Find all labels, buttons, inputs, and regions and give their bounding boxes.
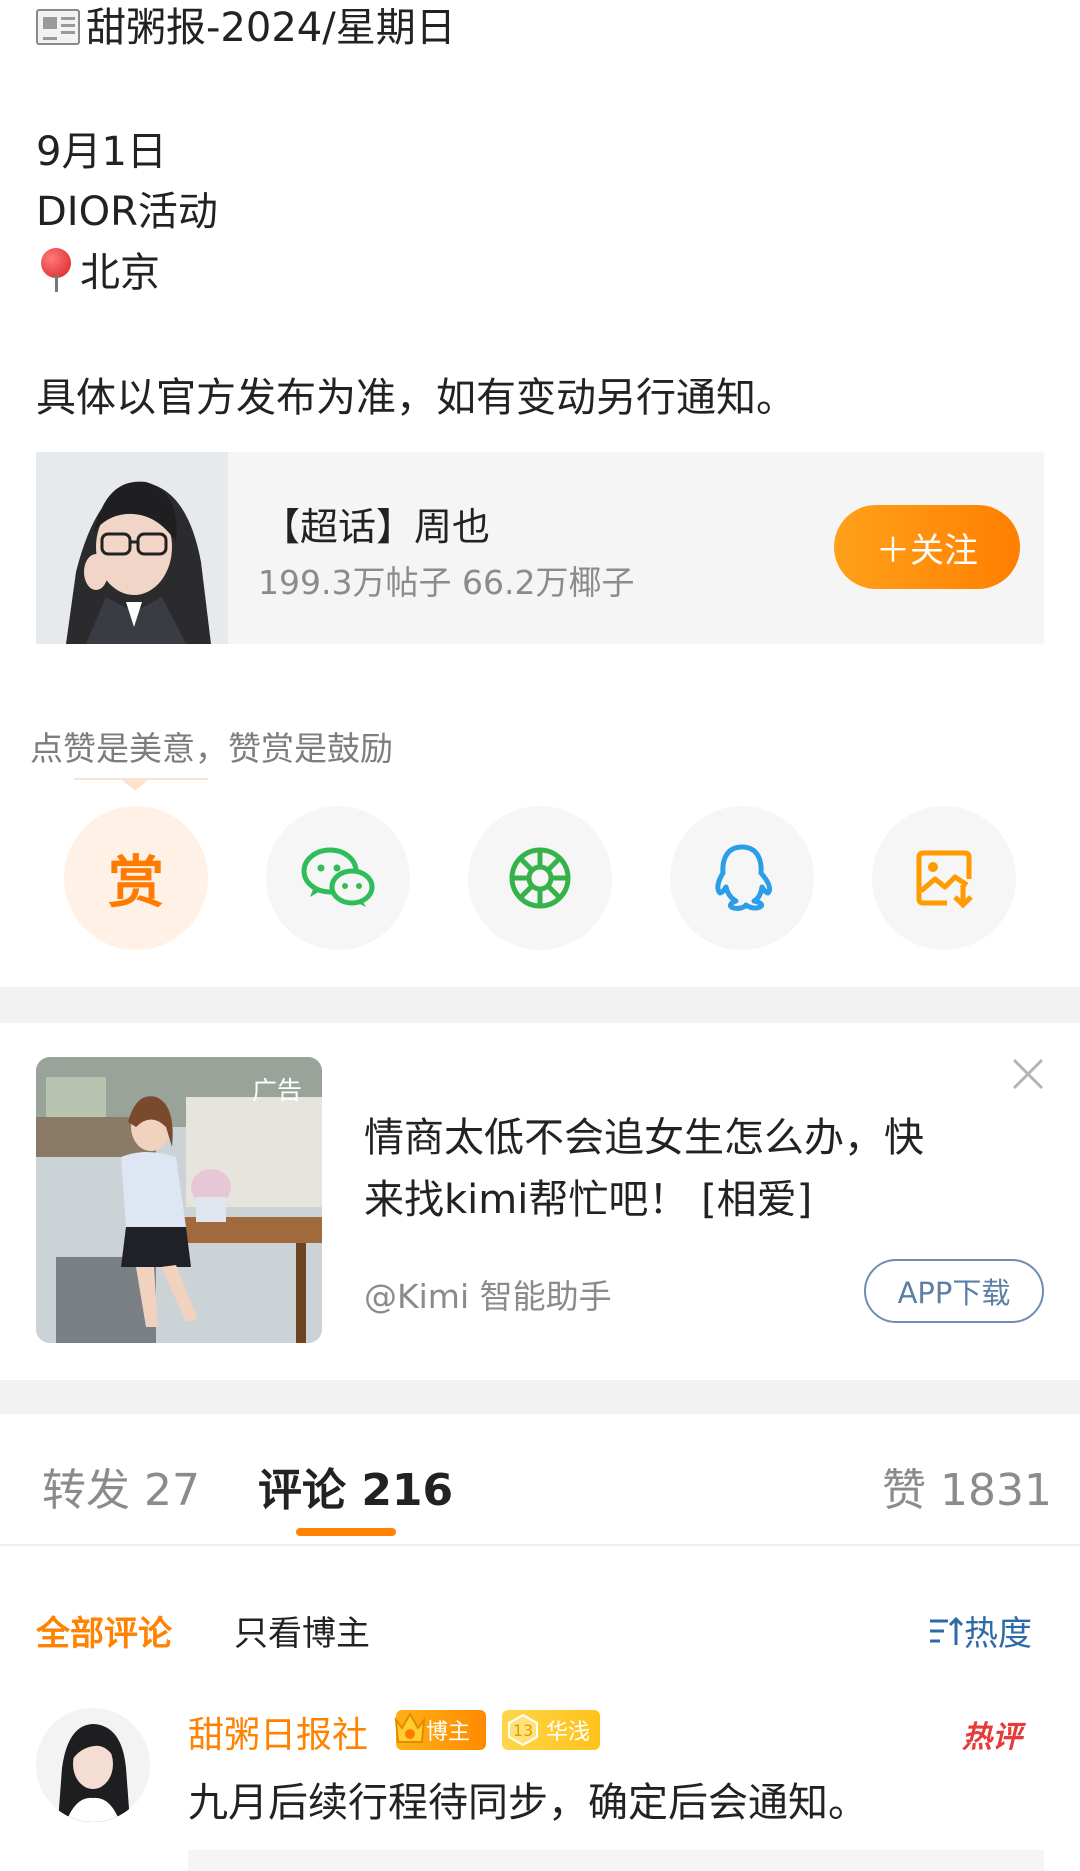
ad-text-line2[interactable]: 来找kimi帮忙吧！ [相爱] — [364, 1170, 812, 1230]
newspaper-icon — [36, 9, 80, 45]
topic-stats: 199.3万帖子 66.2万椰子 — [258, 563, 635, 602]
fan-level-badge: 13 华浅 — [502, 1710, 600, 1750]
hint-caret — [122, 780, 148, 791]
post-note: 具体以官方发布为准，如有变动另行通知。 — [36, 375, 796, 421]
reward-button[interactable]: 赏 — [64, 806, 208, 950]
share-qq-button[interactable] — [670, 806, 814, 950]
sort-button[interactable]: 热度 — [928, 1606, 1032, 1655]
tab-repost[interactable]: 转发 27 — [42, 1454, 200, 1518]
ad-author[interactable]: @Kimi 智能助手 — [364, 1270, 612, 1318]
tabs-divider — [0, 1544, 1080, 1546]
filter-blogger-only[interactable]: 只看博主 — [234, 1606, 370, 1655]
follow-button[interactable]: ＋关注 — [834, 505, 1020, 589]
commenter-name[interactable]: 甜粥日报社 — [188, 1706, 368, 1758]
app-download-button[interactable]: APP下载 — [864, 1259, 1044, 1323]
sort-label: 热度 — [964, 1614, 1032, 1654]
topic-title: 【超话】周也 — [262, 505, 491, 549]
reward-hint: 点赞是美意，赞赏是鼓励 — [30, 729, 393, 768]
level-icon: 13 — [508, 1713, 538, 1747]
post-title: 甜粥报-2024/星期日 — [86, 5, 456, 51]
post-date: 9月1日 — [36, 129, 167, 175]
post-location-line: 北京 — [36, 246, 160, 299]
pushpin-icon — [36, 246, 76, 292]
sort-icon — [930, 1616, 964, 1645]
blogger-badge: 博主 — [394, 1710, 486, 1750]
share-wechat-button[interactable] — [266, 806, 410, 950]
reward-icon: 赏 — [108, 850, 164, 916]
qq-icon — [715, 844, 773, 911]
avatar[interactable] — [36, 1708, 150, 1822]
ad-text-line1[interactable]: 情商太低不会追女生怎么办，快 — [364, 1108, 924, 1168]
close-icon[interactable] — [1010, 1056, 1046, 1092]
tab-indicator — [296, 1528, 396, 1536]
blogger-badge-label: 博主 — [426, 1720, 471, 1745]
save-image-icon — [916, 850, 973, 909]
moments-icon — [509, 847, 571, 909]
wechat-icon — [301, 847, 375, 907]
ad-label: 广告 — [251, 1076, 302, 1105]
post-title-line: 甜粥报-2024/星期日 — [36, 2, 456, 54]
crown-icon — [394, 1711, 426, 1743]
super-topic-card[interactable]: 【超话】周也 199.3万帖子 66.2万椰子 ＋关注 — [36, 452, 1044, 644]
tab-like[interactable]: 赞 1831 — [882, 1454, 1052, 1518]
reply-preview-strip — [188, 1850, 1044, 1871]
comment-text[interactable]: 九月后续行程待同步，确定后会通知。 — [188, 1770, 868, 1828]
ad-image[interactable]: 广告 — [36, 1057, 322, 1343]
section-divider — [0, 987, 1080, 1023]
topic-cover-image — [36, 452, 228, 644]
post-event: DIOR活动 — [36, 189, 218, 235]
post-location: 北京 — [80, 250, 160, 296]
hot-comment-tag: 热评 — [962, 1720, 1022, 1755]
save-image-button[interactable] — [872, 806, 1016, 950]
level-number: 13 — [513, 1721, 533, 1740]
section-divider-2 — [0, 1380, 1080, 1414]
fan-level-label: 华浅 — [546, 1720, 591, 1745]
tab-comment[interactable]: 评论 216 — [258, 1454, 453, 1518]
filter-all-comments[interactable]: 全部评论 — [36, 1606, 172, 1655]
share-moments-button[interactable] — [468, 806, 612, 950]
